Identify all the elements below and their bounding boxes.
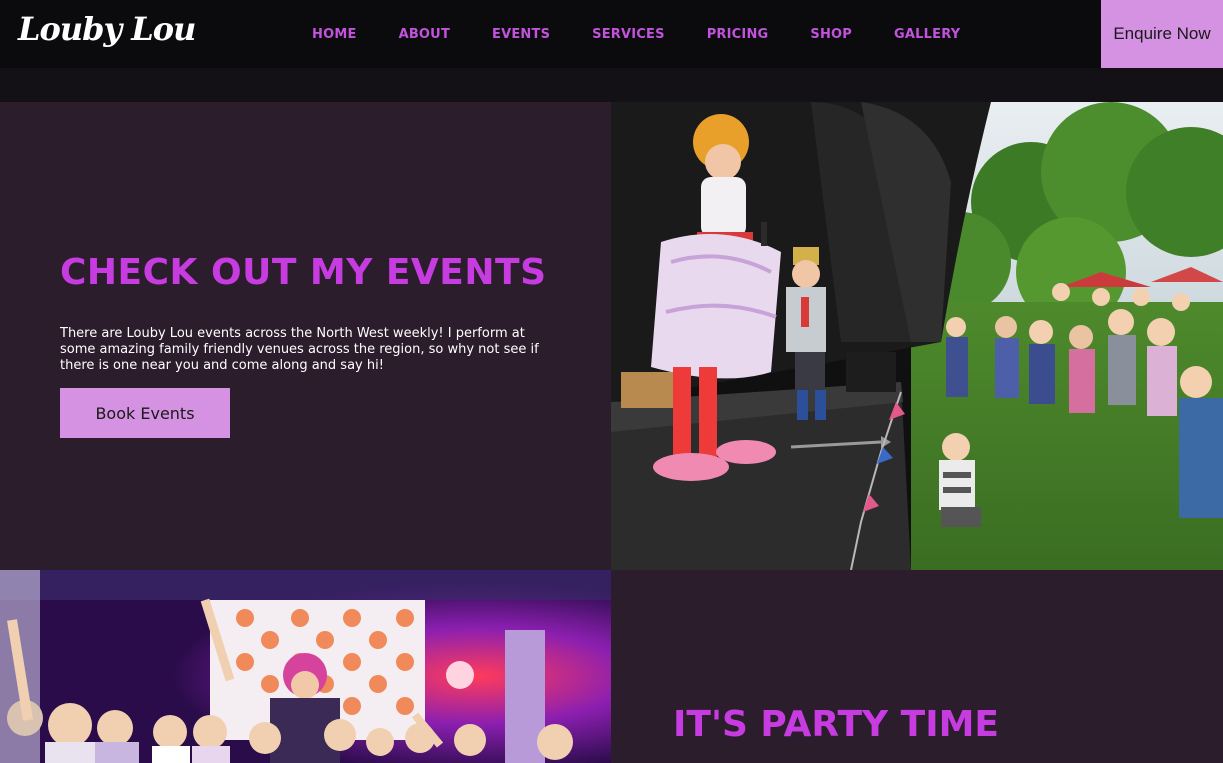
nav-item-home[interactable]: HOME (312, 27, 357, 42)
events-description: There are Louby Lou events across the No… (60, 326, 539, 373)
nav-item-events[interactable]: EVENTS (492, 27, 550, 42)
book-events-button[interactable]: Book Events (60, 388, 230, 438)
nav-item-pricing[interactable]: PRICING (707, 27, 769, 42)
enquire-now-button[interactable]: Enquire Now (1101, 0, 1223, 68)
party-heading: IT'S PARTY TIME (673, 704, 1000, 745)
party-panel: IT'S PARTY TIME (611, 570, 1223, 763)
site-logo[interactable]: Louby Lou (18, 10, 196, 48)
nav-spacer (0, 68, 1223, 102)
stage-performance-photo (611, 102, 1223, 570)
nav-item-services[interactable]: SERVICES (592, 27, 665, 42)
top-nav: Louby Lou HOME ABOUT EVENTS SERVICES PRI… (0, 0, 1223, 68)
events-heading: CHECK OUT MY EVENTS (60, 252, 547, 293)
main-menu: HOME ABOUT EVENTS SERVICES PRICING SHOP … (312, 0, 1002, 68)
events-panel: CHECK OUT MY EVENTS There are Louby Lou … (0, 102, 611, 570)
nav-item-about[interactable]: ABOUT (399, 27, 450, 42)
nav-item-shop[interactable]: SHOP (810, 27, 852, 42)
party-group-photo (0, 570, 611, 763)
nav-item-gallery[interactable]: GALLERY (894, 27, 960, 42)
